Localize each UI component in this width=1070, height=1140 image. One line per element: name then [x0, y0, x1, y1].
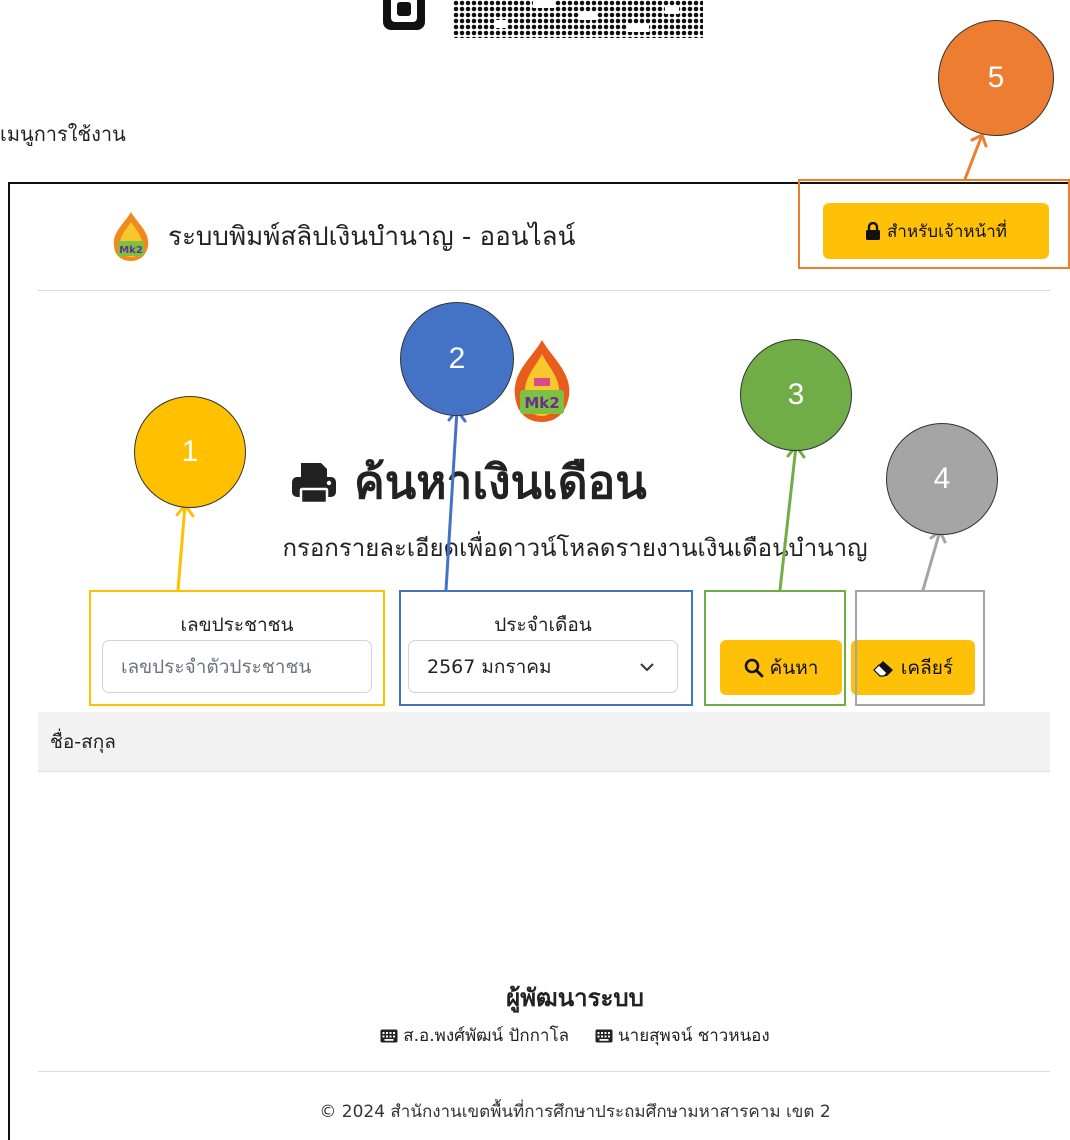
qr-finder-pattern	[383, 0, 425, 30]
printer-icon	[292, 462, 336, 504]
annotation-marker-3: 3	[740, 339, 852, 451]
page-title: ค้นหาเงินเดือน	[290, 446, 647, 519]
menu-caption: เมนูการใช้งาน	[0, 122, 126, 146]
annotation-box-3	[704, 590, 846, 706]
developers-list: ส.อ.พงศ์พัฒน์ ปักกาโล นายสุพจน์ ชาวหนอง	[0, 1022, 1070, 1049]
footer-divider	[38, 1071, 1050, 1072]
navbar-brand[interactable]: Mk2 ระบบพิมพ์สลิปเงินบำนาญ - ออนไลน์	[108, 210, 575, 262]
developer-item: นายสุพจน์ ชาวหนอง	[595, 1022, 770, 1049]
center-logo-text: Mk2	[524, 394, 559, 412]
annotation-marker-5: 5	[938, 20, 1054, 136]
developer-item: ส.อ.พงศ์พัฒน์ ปักกาโล	[380, 1022, 569, 1049]
app-title: ระบบพิมพ์สลิปเงินบำนาญ - ออนไลน์	[168, 221, 576, 252]
column-header-name: ชื่อ-สกุล	[50, 730, 116, 753]
header-divider	[38, 290, 1050, 291]
annotation-box-2	[399, 590, 693, 706]
footer-copyright: © 2024 สำนักงานเขตพื้นที่การศึกษาประถมศึ…	[319, 1102, 831, 1122]
logo-icon: Mk2	[113, 212, 149, 261]
annotation-box-5	[798, 179, 1070, 269]
annotation-marker-4: 4	[886, 423, 998, 535]
developer-name: ส.อ.พงศ์พัฒน์ ปักกาโล	[403, 1026, 570, 1046]
center-logo-icon: Mk2	[514, 340, 570, 422]
keyboard-icon	[595, 1029, 613, 1042]
table-header: ชื่อ-สกุล	[38, 712, 1050, 772]
page-title-text: ค้นหาเงินเดือน	[354, 455, 647, 509]
keyboard-icon	[380, 1029, 398, 1042]
developers-title: ผู้พัฒนาระบบ	[506, 984, 644, 1012]
annotation-box-1	[89, 590, 385, 706]
page-subtitle: กรอกรายละเอียดเพื่อดาวน์โหลดรายงานเงินเด…	[282, 534, 868, 562]
developer-name: นายสุพจน์ ชาวหนอง	[618, 1026, 770, 1046]
annotation-marker-2: 2	[400, 302, 514, 416]
logo-text: Mk2	[119, 245, 143, 256]
annotation-box-4	[855, 590, 985, 706]
annotation-marker-1: 1	[134, 396, 246, 508]
qr-code-fragment	[383, 0, 707, 40]
